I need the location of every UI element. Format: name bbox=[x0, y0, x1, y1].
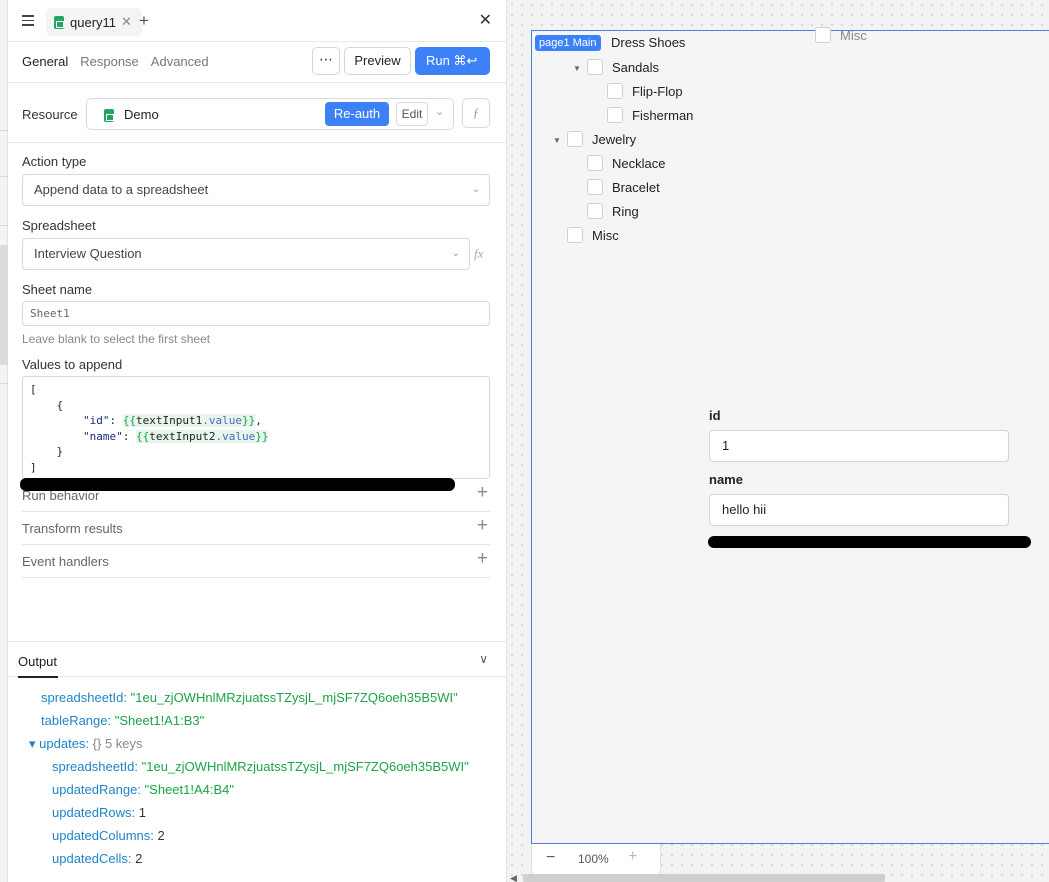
spreadsheet-value: Interview Question bbox=[34, 246, 142, 261]
tree-item-jewelry[interactable]: Jewelry bbox=[567, 131, 636, 147]
checkbox[interactable] bbox=[587, 179, 603, 195]
zoom-in-button[interactable]: + bbox=[628, 848, 637, 866]
reauth-button[interactable]: Re-auth bbox=[325, 102, 389, 126]
checkbox[interactable] bbox=[567, 227, 583, 243]
caret-down-icon[interactable]: ▼ bbox=[553, 136, 561, 145]
id-input[interactable]: 1 bbox=[709, 430, 1009, 462]
close-tab-icon[interactable]: ✕ bbox=[121, 14, 132, 30]
fx-icon[interactable]: fx bbox=[474, 246, 483, 262]
output-title: Output bbox=[18, 654, 58, 669]
name-label: name bbox=[709, 472, 743, 487]
action-type-select[interactable]: Append data to a spreadsheet ⌄ bbox=[22, 174, 490, 206]
resource-name: Demo bbox=[124, 107, 159, 122]
checkbox[interactable] bbox=[567, 131, 583, 147]
values-label: Values to append bbox=[22, 357, 123, 372]
sheet-name-input[interactable]: Sheet1 bbox=[22, 301, 490, 326]
name-input[interactable]: hello hii bbox=[709, 494, 1009, 526]
query-tab[interactable]: query11 ✕ bbox=[46, 8, 142, 36]
caret-down-icon[interactable]: ▼ bbox=[573, 64, 581, 73]
add-tab-icon[interactable]: + bbox=[139, 11, 149, 31]
more-options-button[interactable]: ⋯ bbox=[312, 47, 340, 75]
output-row: updatedRange: "Sheet1!A4:B4" bbox=[52, 782, 235, 797]
event-handlers-section[interactable]: Event handlers + bbox=[22, 545, 490, 578]
function-icon[interactable]: ƒ bbox=[462, 98, 490, 128]
output-row: updatedCells: 2 bbox=[52, 851, 143, 866]
close-panel-icon[interactable]: ✕ bbox=[479, 10, 492, 30]
tree-item-misc[interactable]: Misc bbox=[567, 227, 619, 243]
action-type-value: Append data to a spreadsheet bbox=[34, 182, 209, 197]
expand-plus-icon[interactable]: + bbox=[477, 515, 488, 537]
divider bbox=[8, 142, 506, 143]
left-sidebar-scrollbar[interactable] bbox=[0, 245, 8, 365]
edit-resource-button[interactable]: Edit bbox=[396, 102, 428, 126]
chevron-down-icon[interactable]: ∨ bbox=[479, 652, 488, 666]
page-frame: page1 Main Misc Dress Shoes ▼ Sandals Fl… bbox=[531, 27, 1049, 844]
checkbox[interactable] bbox=[587, 203, 603, 219]
scroll-left-icon[interactable]: ◀ bbox=[510, 873, 517, 882]
redaction-bar bbox=[708, 536, 1031, 548]
page-badge[interactable]: page1 Main bbox=[535, 35, 601, 51]
chevron-down-icon: ⌄ bbox=[451, 248, 460, 259]
values-code-editor[interactable]: [ { "id": {{textInput1.value}}, "name": … bbox=[22, 376, 490, 479]
output-header[interactable]: Output ∨ bbox=[8, 641, 506, 678]
expand-plus-icon[interactable]: + bbox=[477, 482, 488, 504]
app-canvas: page1 Main Misc Dress Shoes ▼ Sandals Fl… bbox=[507, 0, 1049, 882]
expand-plus-icon[interactable]: + bbox=[477, 548, 488, 570]
checkbox[interactable] bbox=[587, 155, 603, 171]
tree-item-sandals[interactable]: Sandals bbox=[587, 59, 659, 75]
redaction-bar bbox=[20, 478, 455, 491]
divider bbox=[8, 82, 506, 83]
tree-item-fisherman[interactable]: Fisherman bbox=[607, 107, 693, 123]
spreadsheet-select[interactable]: Interview Question ⌄ bbox=[22, 238, 470, 270]
output-row: tableRange: "Sheet1!A1:B3" bbox=[41, 713, 205, 728]
query-tab-name: query11 bbox=[70, 14, 117, 30]
chevron-down-icon: ⌄ bbox=[471, 184, 480, 195]
output-row: updatedColumns: 2 bbox=[52, 828, 165, 843]
resource-label: Resource bbox=[22, 107, 78, 122]
id-label: id bbox=[709, 408, 721, 423]
checkbox[interactable] bbox=[587, 59, 603, 75]
tree-item-bracelet[interactable]: Bracelet bbox=[587, 179, 660, 195]
tab-response[interactable]: Response bbox=[80, 54, 139, 69]
checkbox[interactable] bbox=[607, 107, 623, 123]
output-row: spreadsheetId: "1eu_zjOWHnlMRzjuatssTZys… bbox=[52, 759, 469, 774]
query-tab-bar: query11 ✕ + ✕ bbox=[8, 0, 506, 42]
output-row: spreadsheetId: "1eu_zjOWHnlMRzjuatssTZys… bbox=[41, 690, 458, 705]
zoom-level: 100% bbox=[578, 852, 609, 866]
tree-item-flip-flop[interactable]: Flip-Flop bbox=[607, 83, 683, 99]
preview-button[interactable]: Preview bbox=[344, 47, 411, 75]
checkbox[interactable] bbox=[815, 27, 831, 43]
caret-down-icon: ▾ bbox=[29, 736, 36, 751]
left-sidebar-stub bbox=[0, 0, 8, 882]
checkbox[interactable] bbox=[607, 83, 623, 99]
spreadsheet-label: Spreadsheet bbox=[22, 218, 96, 233]
chevron-down-icon[interactable]: ⌄ bbox=[435, 105, 444, 118]
sheet-name-hint: Leave blank to select the first sheet bbox=[22, 332, 211, 346]
google-sheets-icon bbox=[104, 109, 114, 122]
horizontal-scrollbar[interactable] bbox=[523, 874, 885, 882]
tab-general[interactable]: General bbox=[22, 54, 68, 69]
output-row: updatedRows: 1 bbox=[52, 805, 146, 820]
tree-item-dress-shoes[interactable]: Dress Shoes bbox=[611, 35, 685, 50]
tree-item-necklace[interactable]: Necklace bbox=[587, 155, 665, 171]
zoom-out-button[interactable]: − bbox=[546, 849, 555, 867]
menu-icon[interactable] bbox=[22, 15, 34, 26]
zoom-control: − 100% + bbox=[531, 844, 661, 876]
query-subtabs: General Response Advanced bbox=[22, 54, 209, 69]
run-button[interactable]: Run ⌘↩ bbox=[415, 47, 490, 75]
action-type-label: Action type bbox=[22, 154, 87, 169]
transform-results-section[interactable]: Transform results + bbox=[22, 512, 490, 545]
sheet-name-label: Sheet name bbox=[22, 282, 93, 297]
tree-item-ring[interactable]: Ring bbox=[587, 203, 639, 219]
resource-select[interactable]: Demo Re-auth Edit ⌄ bbox=[86, 98, 454, 130]
query-editor-panel: query11 ✕ + ✕ General Response Advanced … bbox=[0, 0, 507, 882]
output-tab-indicator bbox=[18, 676, 58, 678]
tab-advanced[interactable]: Advanced bbox=[151, 54, 209, 69]
google-sheets-icon bbox=[54, 15, 64, 29]
tree-item-misc-top[interactable]: Misc bbox=[815, 27, 867, 43]
output-row-updates[interactable]: ▾ updates: {} 5 keys bbox=[29, 736, 143, 752]
